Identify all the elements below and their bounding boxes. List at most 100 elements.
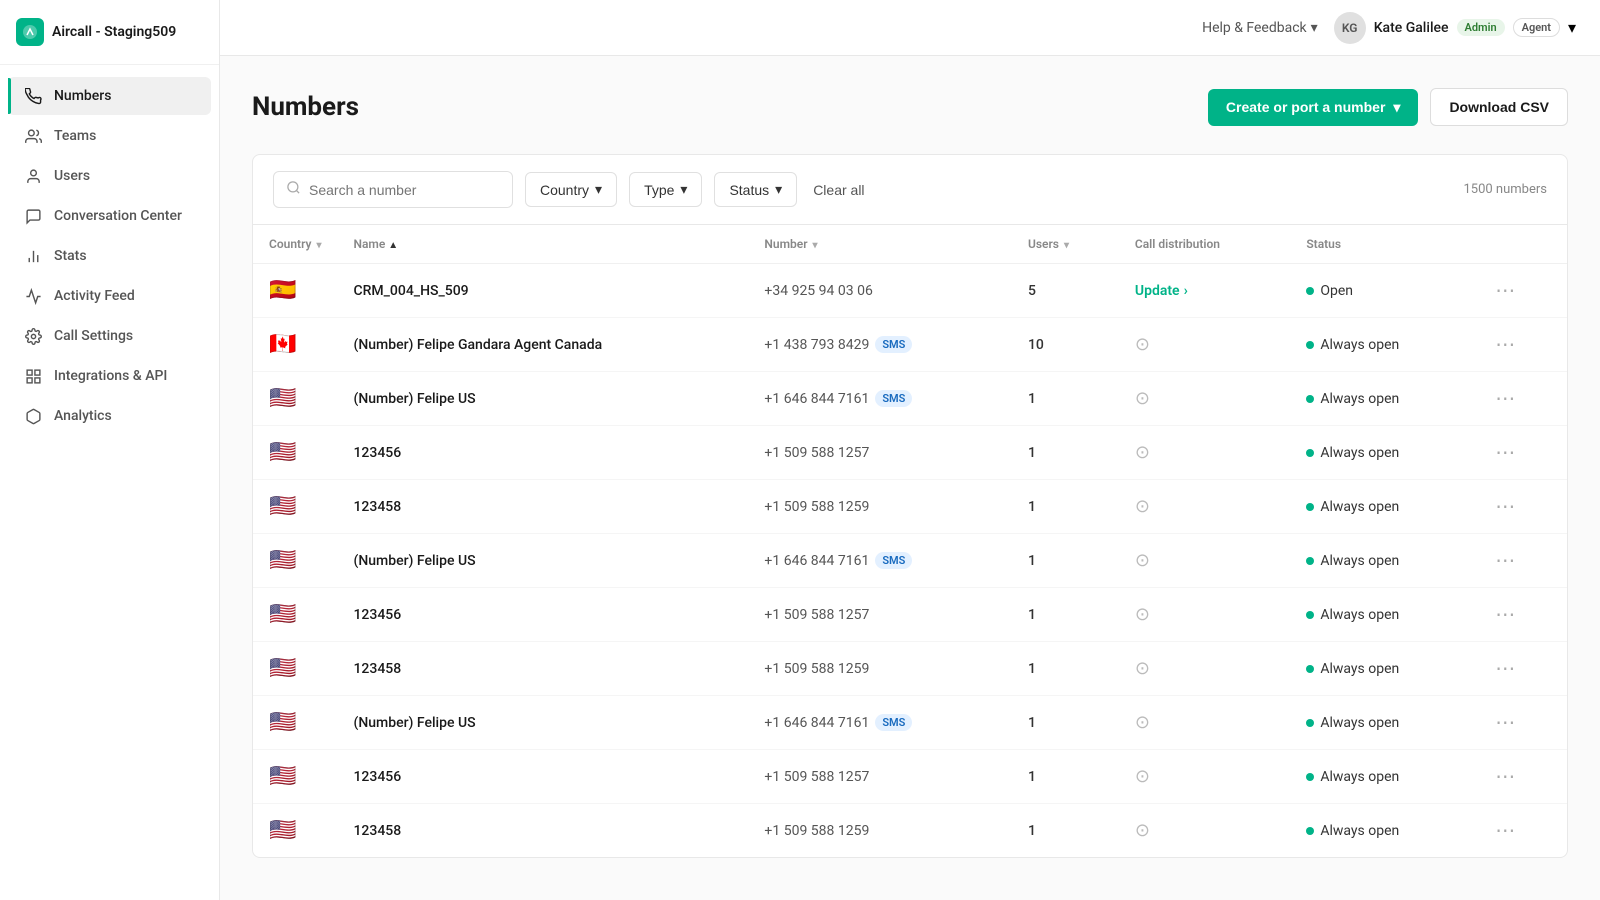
sidebar-item-activity-feed[interactable]: Activity Feed (8, 277, 211, 315)
sidebar-item-stats[interactable]: Stats (8, 237, 211, 275)
cell-number: +1 509 588 1257 (748, 426, 1012, 480)
cell-number: +1 646 844 7161SMS (748, 372, 1012, 426)
sidebar-logo[interactable]: Aircall - Staging509 (0, 0, 219, 65)
more-options-button[interactable]: ⋯ (1489, 384, 1521, 413)
settings-icon (24, 327, 42, 345)
col-number[interactable]: Number ▾ (748, 225, 1012, 264)
sidebar-item-teams[interactable]: Teams (8, 117, 211, 155)
cell-more[interactable]: ⋯ (1473, 804, 1567, 858)
user-menu[interactable]: KG Kate Galilee Admin Agent ▾ (1334, 12, 1576, 44)
user-name: Kate Galilee (1374, 20, 1449, 36)
check-icon: ⊙ (1135, 442, 1150, 463)
cell-status: Always open (1290, 372, 1473, 426)
sort-icon: ▾ (316, 240, 321, 251)
download-csv-button[interactable]: Download CSV (1430, 88, 1568, 126)
cell-status: Always open (1290, 750, 1473, 804)
sidebar: Aircall - Staging509 Numbers Teams (0, 0, 220, 900)
cell-name: 123458 (337, 642, 748, 696)
more-options-button[interactable]: ⋯ (1489, 708, 1521, 737)
sidebar-item-conversation-center[interactable]: Conversation Center (8, 197, 211, 235)
status-dot (1306, 503, 1314, 511)
sidebar-item-call-settings[interactable]: Call Settings (8, 317, 211, 355)
flag-icon: 🇪🇸 (269, 278, 296, 303)
more-options-button[interactable]: ⋯ (1489, 816, 1521, 845)
clear-all-button[interactable]: Clear all (813, 182, 864, 198)
col-country[interactable]: Country ▾ (253, 225, 337, 264)
cell-more[interactable]: ⋯ (1473, 750, 1567, 804)
col-users[interactable]: Users ▾ (1012, 225, 1119, 264)
flag-icon: 🇺🇸 (269, 548, 296, 573)
check-icon: ⊙ (1135, 496, 1150, 517)
app-logo-icon (16, 18, 44, 46)
search-input[interactable] (309, 182, 500, 198)
help-feedback-button[interactable]: Help & Feedback ▾ (1202, 20, 1318, 36)
cell-distribution: ⊙ (1119, 534, 1290, 588)
cell-distribution: ⊙ (1119, 318, 1290, 372)
page-title: Numbers (252, 92, 359, 122)
avatar: KG (1334, 12, 1366, 44)
sidebar-item-users[interactable]: Users (8, 157, 211, 195)
cell-country: 🇺🇸 (253, 534, 337, 588)
cell-more[interactable]: ⋯ (1473, 480, 1567, 534)
table-row: 🇺🇸 123456 +1 509 588 1257 1 ⊙ Always ope… (253, 588, 1567, 642)
status-filter[interactable]: Status ▾ (714, 172, 797, 207)
cell-country: 🇺🇸 (253, 372, 337, 426)
country-filter[interactable]: Country ▾ (525, 172, 617, 207)
more-options-button[interactable]: ⋯ (1489, 438, 1521, 467)
sidebar-item-numbers[interactable]: Numbers (8, 77, 211, 115)
cell-more[interactable]: ⋯ (1473, 696, 1567, 750)
cell-distribution: ⊙ (1119, 588, 1290, 642)
sidebar-item-analytics[interactable]: Analytics (8, 397, 211, 435)
check-icon: ⊙ (1135, 766, 1150, 787)
cell-status: Always open (1290, 480, 1473, 534)
status-dot (1306, 395, 1314, 403)
more-options-button[interactable]: ⋯ (1489, 654, 1521, 683)
cell-more[interactable]: ⋯ (1473, 588, 1567, 642)
cell-distribution: ⊙ (1119, 426, 1290, 480)
sidebar-item-integrations[interactable]: Integrations & API (8, 357, 211, 395)
cell-more[interactable]: ⋯ (1473, 372, 1567, 426)
more-options-button[interactable]: ⋯ (1489, 276, 1521, 305)
status-dot (1306, 827, 1314, 835)
phone-number: +34 925 94 03 06 (764, 283, 872, 299)
page-content: Numbers Create or port a number ▾ Downlo… (220, 56, 1600, 900)
cell-more[interactable]: ⋯ (1473, 426, 1567, 480)
col-status: Status (1290, 225, 1473, 264)
stats-icon (24, 247, 42, 265)
create-number-button[interactable]: Create or port a number ▾ (1208, 89, 1419, 126)
page-header: Numbers Create or port a number ▾ Downlo… (252, 88, 1568, 126)
topbar: Help & Feedback ▾ KG Kate Galilee Admin … (220, 0, 1600, 56)
cell-more[interactable]: ⋯ (1473, 264, 1567, 318)
cell-users: 1 (1012, 372, 1119, 426)
more-options-button[interactable]: ⋯ (1489, 600, 1521, 629)
sidebar-item-conversation-label: Conversation Center (54, 208, 182, 224)
cell-more[interactable]: ⋯ (1473, 534, 1567, 588)
more-options-button[interactable]: ⋯ (1489, 546, 1521, 575)
cell-status: Always open (1290, 804, 1473, 858)
search-box[interactable] (273, 171, 513, 208)
phone-number: +1 509 588 1259 (764, 499, 869, 515)
cell-country: 🇪🇸 (253, 264, 337, 318)
status-dot (1306, 287, 1314, 295)
more-options-button[interactable]: ⋯ (1489, 762, 1521, 791)
table-row: 🇨🇦 (Number) Felipe Gandara Agent Canada … (253, 318, 1567, 372)
update-link[interactable]: Update › (1135, 283, 1274, 299)
table-row: 🇺🇸 (Number) Felipe US +1 646 844 7161SMS… (253, 696, 1567, 750)
check-icon: ⊙ (1135, 334, 1150, 355)
type-filter[interactable]: Type ▾ (629, 172, 702, 207)
cell-more[interactable]: ⋯ (1473, 318, 1567, 372)
cell-distribution[interactable]: Update › (1119, 264, 1290, 318)
help-label: Help & Feedback (1202, 20, 1307, 36)
cell-users: 1 (1012, 804, 1119, 858)
cell-number: +1 646 844 7161SMS (748, 534, 1012, 588)
table-row: 🇪🇸 CRM_004_HS_509 +34 925 94 03 06 5 Upd… (253, 264, 1567, 318)
sidebar-item-integrations-label: Integrations & API (54, 368, 167, 384)
more-options-button[interactable]: ⋯ (1489, 330, 1521, 359)
cell-more[interactable]: ⋯ (1473, 642, 1567, 696)
more-options-button[interactable]: ⋯ (1489, 492, 1521, 521)
status-dot (1306, 557, 1314, 565)
cell-number: +1 509 588 1259 (748, 642, 1012, 696)
col-call-distribution: Call distribution (1119, 225, 1290, 264)
col-name[interactable]: Name ▲ (337, 225, 748, 264)
cell-users: 1 (1012, 642, 1119, 696)
